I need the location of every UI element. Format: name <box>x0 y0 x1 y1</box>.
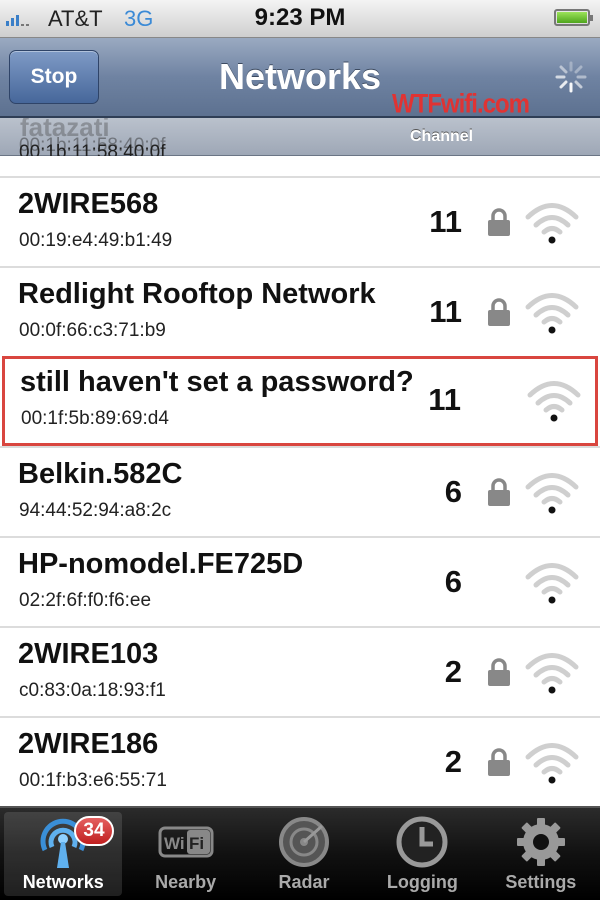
tab-nearby[interactable]: Wi Fi Nearby <box>126 808 244 900</box>
network-channel: 6 <box>444 474 462 509</box>
wifi-signal-icon <box>527 381 581 422</box>
status-bar: AT&T 3G 9:23 PM <box>0 0 600 38</box>
network-mac: 00:1f:b3:e6:55:71 <box>19 770 167 791</box>
network-row[interactable]: Belkin.582C 94:44:52:94:a8:2c 6 <box>0 446 600 536</box>
network-row[interactable]: HP-nomodel.FE725D 02:2f:6f:f0:f6:ee 6 <box>0 536 600 626</box>
lock-icon <box>488 658 510 686</box>
tab-label: Logging <box>386 872 458 892</box>
navigation-bar: Stop Networks WTFwifi.com <box>0 38 600 120</box>
network-name: Belkin.582C <box>18 458 183 490</box>
network-channel: 11 <box>428 382 461 417</box>
svg-text:Wi: Wi <box>164 834 185 853</box>
gear-icon <box>516 818 565 866</box>
network-list: 2WIRE568 00:19:e4:49:b1:49 11 Redlight R… <box>0 176 600 806</box>
tab-label: Networks <box>22 872 104 892</box>
wifi-logo-icon: Wi Fi <box>158 826 214 858</box>
network-name: 2WIRE103 <box>18 638 159 670</box>
network-mac: 00:0f:66:c3:71:b9 <box>19 320 166 341</box>
tab-networks[interactable]: 34 Networks <box>4 812 123 896</box>
network-channel: 6 <box>444 564 462 599</box>
network-mac: 00:1f:5b:89:69:d4 <box>21 408 169 429</box>
wifi-signal-icon <box>525 743 579 784</box>
tab-settings[interactable]: Settings <box>482 808 600 900</box>
lock-icon <box>488 748 510 776</box>
tab-label: Nearby <box>155 872 217 892</box>
network-row[interactable]: 2WIRE186 00:1f:b3:e6:55:71 2 <box>0 716 600 806</box>
radar-icon <box>279 817 330 867</box>
wifi-signal-icon <box>525 653 579 694</box>
lock-icon <box>488 298 510 326</box>
loading-spinner-icon <box>555 61 587 93</box>
clock-icon <box>396 816 448 868</box>
network-mac: 00:19:e4:49:b1:49 <box>19 230 173 251</box>
network-name: 2WIRE186 <box>18 728 159 760</box>
network-channel: 2 <box>444 744 462 779</box>
network-name: still haven't set a password? <box>20 366 414 398</box>
network-channel: 11 <box>429 204 462 239</box>
network-row[interactable]: still haven't set a password? 00:1f:5b:8… <box>2 356 598 446</box>
network-name: HP-nomodel.FE725D <box>18 548 304 580</box>
channel-column-label: Channel <box>410 128 474 145</box>
status-time: 9:23 PM <box>254 4 346 31</box>
battery-icon <box>554 9 593 26</box>
tab-logging[interactable]: Logging <box>363 808 481 900</box>
networks-count-badge: 34 <box>74 816 114 846</box>
network-channel: 11 <box>429 294 462 329</box>
wifi-signal-icon <box>525 203 579 244</box>
wifi-signal-icon <box>525 293 579 334</box>
lock-icon <box>488 208 510 236</box>
network-row[interactable]: Redlight Rooftop Network 00:0f:66:c3:71:… <box>0 266 600 356</box>
network-mac: c0:83:0a:18:93:f1 <box>19 680 166 701</box>
network-name: Redlight Rooftop Network <box>18 278 376 310</box>
network-name: 2WIRE568 <box>18 188 159 220</box>
lock-icon <box>488 478 510 506</box>
tab-radar[interactable]: Radar <box>245 808 363 900</box>
network-row[interactable]: 2WIRE568 00:19:e4:49:b1:49 11 <box>0 176 600 266</box>
tab-label: Radar <box>278 872 330 892</box>
network-row[interactable]: 2WIRE103 c0:83:0a:18:93:f1 2 <box>0 626 600 716</box>
wifi-signal-icon <box>525 473 579 514</box>
svg-text:Fi: Fi <box>189 834 204 853</box>
wifi-signal-icon <box>525 563 579 604</box>
network-channel: 2 <box>444 654 462 689</box>
partial-row-mac[interactable]: 00:1b:11:58:40:0f <box>19 142 166 156</box>
watermark: WTFwifi.com <box>392 89 530 120</box>
tab-label: Settings <box>505 872 577 892</box>
tab-bar: 34 Networks Wi Fi Nearby Radar Logging S… <box>0 806 600 900</box>
network-mac: 02:2f:6f:f0:f6:ee <box>19 590 152 611</box>
network-mac: 94:44:52:94:a8:2c <box>19 500 172 521</box>
